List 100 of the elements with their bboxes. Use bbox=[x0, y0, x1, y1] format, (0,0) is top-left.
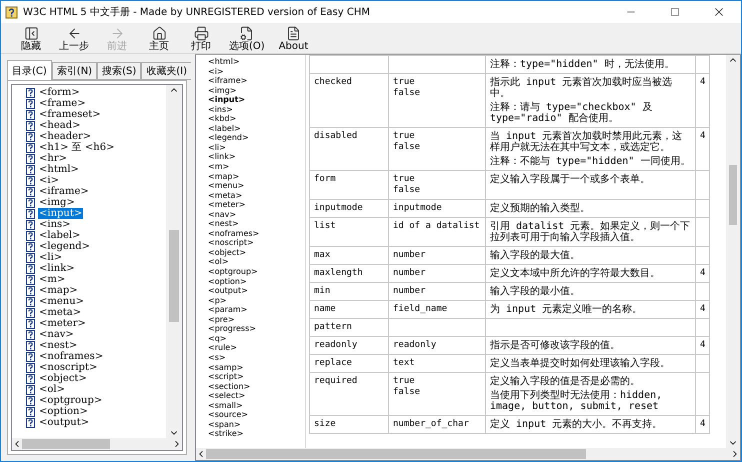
element-link[interactable]: <m> bbox=[208, 162, 305, 172]
tree-item[interactable]: <noscript> bbox=[38, 362, 98, 373]
element-link[interactable]: <legend> bbox=[208, 133, 305, 143]
tree-item[interactable]: <legend> bbox=[38, 241, 92, 252]
tree-item[interactable]: <iframe> bbox=[38, 186, 90, 197]
element-link[interactable]: <img> bbox=[208, 86, 305, 96]
element-link[interactable]: <map> bbox=[208, 172, 305, 182]
vertical-scrollbar[interactable] bbox=[166, 85, 182, 438]
element-link[interactable]: <pre> bbox=[208, 314, 305, 324]
scroll-thumb[interactable] bbox=[169, 230, 179, 322]
tree-item[interactable]: <meter> bbox=[38, 318, 87, 329]
scroll-thumb[interactable] bbox=[729, 165, 737, 225]
toolbar-button[interactable]: 打印 bbox=[181, 26, 221, 53]
horizontal-scrollbar[interactable] bbox=[12, 438, 182, 450]
element-link[interactable]: <label> bbox=[208, 124, 305, 134]
element-link[interactable]: <noframes> bbox=[208, 228, 305, 238]
element-link[interactable]: <q> bbox=[208, 334, 305, 344]
element-link[interactable]: <s> bbox=[208, 352, 305, 362]
tree-item[interactable]: <nav> bbox=[38, 329, 75, 340]
element-link[interactable]: <strike> bbox=[208, 429, 305, 439]
tree-item[interactable]: <hr> bbox=[38, 153, 68, 164]
tab[interactable]: 索引(N) bbox=[52, 62, 98, 80]
tree-item[interactable]: <ins> bbox=[38, 219, 72, 230]
element-link[interactable]: <iframe> bbox=[208, 76, 305, 86]
element-link[interactable]: <ol> bbox=[208, 257, 305, 268]
toolbar-button[interactable]: 上一步 bbox=[53, 26, 95, 53]
description-text: 为 input 元素定义唯一的名称。 bbox=[490, 304, 644, 315]
element-link[interactable]: <noscript> bbox=[208, 238, 305, 248]
element-link[interactable]: <meta> bbox=[208, 190, 305, 200]
tree-item[interactable]: <output> bbox=[38, 417, 90, 428]
help-page-icon bbox=[26, 186, 35, 196]
element-link[interactable]: <span> bbox=[208, 420, 305, 430]
element-link[interactable]: <samp> bbox=[208, 362, 305, 372]
element-link[interactable]: <link> bbox=[208, 152, 305, 162]
tree-item[interactable]: <menu> bbox=[38, 296, 86, 307]
help-page-icon bbox=[26, 120, 35, 130]
tree-item[interactable]: <meta> bbox=[38, 307, 82, 318]
tree-item[interactable]: <noframes> bbox=[38, 351, 104, 362]
element-link[interactable]: <meter> bbox=[208, 200, 305, 210]
element-link[interactable]: <script> bbox=[208, 372, 305, 382]
element-link[interactable]: <input> bbox=[208, 95, 305, 105]
element-link[interactable]: <p> bbox=[208, 296, 305, 306]
version-number: 4 bbox=[700, 419, 706, 429]
tab[interactable]: 收藏夹(I) bbox=[141, 62, 192, 80]
tree-item[interactable]: <i> bbox=[38, 175, 60, 186]
element-link[interactable]: <optgroup> bbox=[208, 267, 305, 277]
tab[interactable]: 目录(C) bbox=[7, 60, 52, 80]
tab[interactable]: 搜索(S) bbox=[97, 62, 142, 80]
tree-item[interactable]: <ol> bbox=[38, 384, 66, 395]
help-page-icon bbox=[26, 374, 35, 384]
help-page-icon bbox=[26, 98, 35, 108]
tree-item[interactable]: <map> bbox=[38, 285, 79, 296]
element-link[interactable]: <li> bbox=[208, 142, 305, 152]
tree-item[interactable]: <nest> bbox=[38, 340, 78, 351]
attribute-value: true bbox=[393, 77, 416, 88]
tree-item[interactable]: <h1> 至 <h6> bbox=[38, 142, 116, 153]
attribute-value: text bbox=[393, 358, 416, 369]
tree-item[interactable]: <input> bbox=[38, 208, 84, 219]
element-link[interactable]: <source> bbox=[208, 410, 305, 420]
element-link[interactable]: <object> bbox=[208, 248, 305, 258]
tree-item[interactable]: <frameset> bbox=[38, 109, 102, 120]
element-link[interactable]: <progress> bbox=[208, 324, 305, 334]
description-text: 输入字段的最小值。 bbox=[490, 286, 581, 297]
element-link[interactable]: <small> bbox=[208, 400, 305, 410]
element-link[interactable]: <nav> bbox=[208, 210, 305, 220]
tree-item[interactable]: <form> bbox=[38, 87, 81, 98]
element-link[interactable]: <select> bbox=[208, 391, 305, 401]
element-link[interactable]: <ins> bbox=[208, 104, 305, 114]
tree-item[interactable]: <img> bbox=[38, 197, 76, 208]
element-link[interactable]: <menu> bbox=[208, 181, 305, 191]
scroll-thumb[interactable] bbox=[206, 449, 586, 459]
tree-item[interactable]: <label> bbox=[38, 230, 82, 241]
toolbar-button[interactable]: 隐藏 bbox=[11, 26, 51, 53]
tree-item[interactable]: <option> bbox=[38, 406, 89, 417]
tree-item[interactable]: <html> bbox=[38, 164, 80, 175]
element-link[interactable]: <output> bbox=[208, 286, 305, 296]
tree-item[interactable]: <frame> bbox=[38, 98, 87, 109]
toolbar-button[interactable]: 主页 bbox=[139, 26, 179, 53]
toolbar-button[interactable]: About bbox=[272, 26, 314, 53]
tree-item[interactable]: <m> bbox=[38, 274, 66, 285]
tree-item[interactable]: <li> bbox=[38, 252, 64, 263]
scroll-thumb[interactable] bbox=[22, 439, 110, 449]
element-link[interactable]: <nest> bbox=[208, 219, 305, 229]
vertical-scrollbar[interactable] bbox=[726, 55, 740, 448]
element-link[interactable]: <i> bbox=[208, 66, 305, 76]
tree-item[interactable]: <link> bbox=[38, 263, 76, 274]
horizontal-scrollbar[interactable] bbox=[196, 448, 740, 460]
element-link[interactable]: <kbd> bbox=[208, 114, 305, 124]
tree-item[interactable]: <head> bbox=[38, 120, 82, 131]
tree-item[interactable]: <object> bbox=[38, 373, 88, 384]
element-link[interactable]: <html> bbox=[208, 57, 305, 67]
element-link[interactable]: <rule> bbox=[208, 343, 305, 353]
tree-item[interactable]: <optgroup> bbox=[38, 395, 104, 406]
toolbar-button[interactable]: 选项(O) bbox=[223, 26, 271, 53]
element-link[interactable]: <param> bbox=[208, 305, 305, 315]
element-link[interactable]: <option> bbox=[208, 276, 305, 286]
element-link[interactable]: <section> bbox=[208, 382, 305, 392]
help-page-icon bbox=[26, 406, 35, 416]
attribute-name: max bbox=[314, 250, 330, 260]
tree-item[interactable]: <header> bbox=[38, 131, 92, 142]
